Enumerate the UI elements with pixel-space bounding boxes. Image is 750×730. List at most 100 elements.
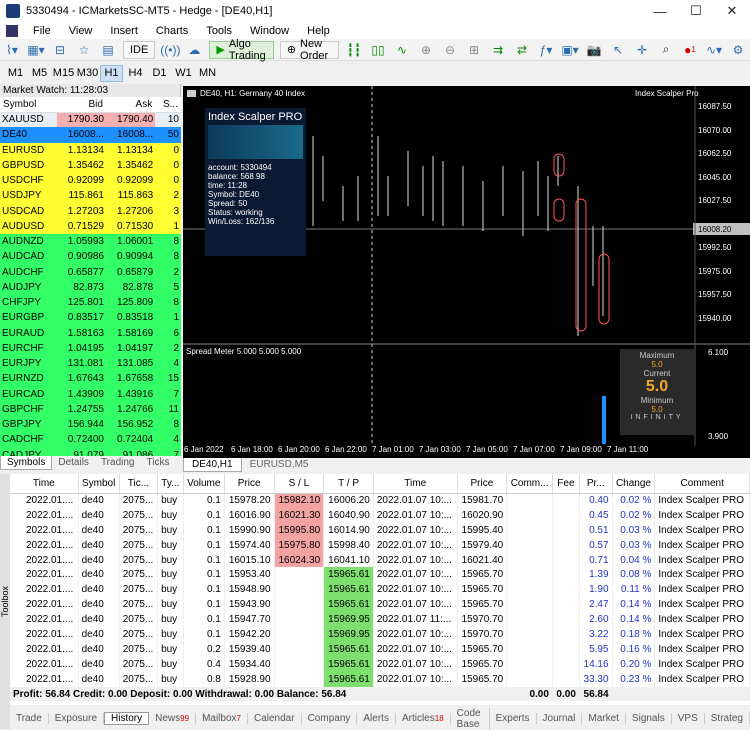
zoom-out-icon[interactable]: ⊖ (440, 41, 460, 59)
mw-row[interactable]: EURCAD 1.43909 1.43916 7 (0, 386, 181, 402)
tf-h1[interactable]: H1 (100, 64, 123, 82)
crosshair-icon[interactable]: ✛ (632, 41, 652, 59)
bottom-link-signals[interactable]: Signals (626, 713, 672, 724)
toolbox-tab-news[interactable]: News99 (149, 713, 197, 724)
mw-tab-ticks[interactable]: Ticks (140, 456, 175, 470)
menu-view[interactable]: View (60, 25, 102, 37)
mw-row[interactable]: AUDCHF 0.65877 0.65879 2 (0, 264, 181, 280)
mw-row[interactable]: DE40 16008... 16008... 50 (0, 127, 181, 143)
bottom-link-vps[interactable]: VPS (672, 713, 705, 724)
history-header[interactable]: Comm... (506, 474, 553, 494)
history-row[interactable]: 2022.01.... de40 2075... buy 0.1 15947.70 1596… (10, 612, 750, 628)
history-header[interactable]: Ty... (157, 474, 184, 494)
history-row[interactable]: 2022.01.... de40 2075... buy 0.1 15974.40 1597… (10, 537, 750, 553)
mw-row[interactable]: CADCHF 0.72400 0.72404 4 (0, 432, 181, 448)
mw-row[interactable]: GBPCHF 1.24755 1.24766 11 (0, 401, 181, 417)
mw-row[interactable]: GBPJPY 156.944 156.952 8 (0, 417, 181, 433)
history-row[interactable]: 2022.01.... de40 2075... buy 0.1 15978.20 1598… (10, 493, 750, 508)
search-icon[interactable]: ⌕ (656, 41, 676, 59)
mw-header[interactable]: Bid (56, 97, 106, 113)
zoom-in-icon[interactable]: ⊕ (416, 41, 436, 59)
pulse-icon[interactable]: ∿▾ (704, 41, 724, 59)
toolbox-tab-calendar[interactable]: Calendar (248, 713, 302, 724)
history-header[interactable]: T / P (323, 474, 374, 494)
mw-tab-symbols[interactable]: Symbols (0, 456, 53, 470)
maximize-button[interactable]: ☐ (678, 3, 714, 19)
history-header[interactable]: Comment (654, 474, 750, 494)
market-watch-icon[interactable]: ⊟ (50, 41, 70, 59)
templates-icon[interactable]: ▣▾ (560, 41, 580, 59)
settings-icon[interactable]: ⚙ (728, 41, 748, 59)
menu-charts[interactable]: Charts (147, 25, 197, 37)
history-row[interactable]: 2022.01.... de40 2075... buy 0.4 15934.40 1596… (10, 656, 750, 672)
history-row[interactable]: 2022.01.... de40 2075... buy 0.1 15943.90 1596… (10, 597, 750, 613)
mw-row[interactable]: USDCHF 0.92099 0.92099 0 (0, 173, 181, 189)
menu-insert[interactable]: Insert (101, 25, 147, 37)
menu-window[interactable]: Window (241, 25, 298, 37)
mw-row[interactable]: AUDUSD 0.71529 0.71530 1 (0, 218, 181, 234)
chart-tab[interactable]: EURUSD,M5 (242, 458, 317, 472)
tile-icon[interactable]: ⊞ (464, 41, 484, 59)
screenshot-icon[interactable]: 📷 (584, 41, 604, 59)
signals-icon[interactable]: ((•)) (160, 41, 180, 59)
history-header[interactable]: Pr... (579, 474, 613, 494)
history-row[interactable]: 2022.01.... de40 2075... buy 0.1 15942.20 1596… (10, 627, 750, 642)
mw-tab-details[interactable]: Details (52, 456, 95, 470)
mw-row[interactable]: XAUUSD 1790.30 1790.40 10 (0, 112, 181, 128)
toolbox-tab-trade[interactable]: Trade (10, 713, 49, 724)
line-chart-icon[interactable]: ∿ (392, 41, 412, 59)
tf-mn[interactable]: MN (196, 65, 219, 82)
mw-row[interactable]: USDCAD 1.27203 1.27206 3 (0, 203, 181, 219)
candle-chart-icon[interactable]: ▯▯ (368, 41, 388, 59)
tf-m5[interactable]: M5 (28, 65, 51, 82)
mw-row[interactable]: GBPUSD 1.35462 1.35462 0 (0, 157, 181, 173)
tf-d1[interactable]: D1 (148, 65, 171, 82)
toolbox-tab-articles[interactable]: Articles18 (396, 713, 451, 724)
scroll-icon[interactable]: ⇉ (488, 41, 508, 59)
toolbox-tab-mailbox[interactable]: Mailbox7 (196, 713, 248, 724)
history-row[interactable]: 2022.01.... de40 2075... buy 0.1 16016.90 1602… (10, 507, 750, 523)
tf-w1[interactable]: W1 (172, 65, 195, 82)
bottom-link-strateg[interactable]: Strateg (705, 713, 750, 724)
history-header[interactable]: Change (612, 474, 656, 494)
bar-chart-icon[interactable]: ┇┇ (344, 41, 364, 59)
history-header[interactable]: S / L (274, 474, 325, 494)
mw-header[interactable]: Ask (105, 97, 156, 113)
history-header[interactable]: Symbol (78, 474, 120, 494)
minimize-button[interactable]: — (642, 4, 678, 19)
history-header[interactable]: Fee (552, 474, 580, 494)
menu-tools[interactable]: Tools (197, 25, 241, 37)
algo-trading-button[interactable]: ▶ Algo Trading (209, 38, 274, 62)
toolbox-tab-company[interactable]: Company (302, 713, 358, 724)
menu-help[interactable]: Help (298, 25, 339, 37)
mw-row[interactable]: AUDJPY 82.873 82.878 5 (0, 279, 181, 295)
mw-row[interactable]: EURAUD 1.58163 1.58169 6 (0, 325, 181, 341)
mw-row[interactable]: CHFJPY 125.801 125.809 8 (0, 295, 181, 311)
toolbox-tab-history[interactable]: History (104, 712, 150, 725)
history-header[interactable]: Time (10, 474, 79, 494)
tf-m1[interactable]: M1 (4, 65, 27, 82)
toolbox-tab-code-base[interactable]: Code Base (451, 707, 490, 730)
bottom-link-market[interactable]: Market (582, 713, 626, 724)
history-row[interactable]: 2022.01.... de40 2075... buy 0.8 15928.90 1596… (10, 671, 750, 687)
mw-row[interactable]: AUDCAD 0.90986 0.90994 8 (0, 249, 181, 265)
shift-icon[interactable]: ⇄ (512, 41, 532, 59)
toolbox-tab-journal[interactable]: Journal (537, 713, 583, 724)
history-row[interactable]: 2022.01.... de40 2075... buy 0.1 16015.10 1602… (10, 552, 750, 568)
history-header[interactable]: Tic... (119, 474, 159, 494)
close-button[interactable]: ✕ (714, 3, 750, 19)
history-header[interactable]: Time (373, 474, 458, 494)
cloud-icon[interactable]: ☁ (184, 41, 204, 59)
tf-m15[interactable]: M15 (52, 65, 75, 82)
mw-row[interactable]: EURCHF 1.04195 1.04197 2 (0, 340, 181, 356)
history-row[interactable]: 2022.01.... de40 2075... buy 0.2 15939.40 1596… (10, 641, 750, 657)
new-order-button[interactable]: ⊕ New Order (279, 38, 339, 62)
history-header[interactable]: Price (224, 474, 275, 494)
mw-header[interactable]: S... (155, 97, 181, 113)
toolbox-tab-alerts[interactable]: Alerts (357, 713, 396, 724)
mw-row[interactable]: EURNZD 1.67643 1.67658 15 (0, 371, 181, 387)
history-header[interactable]: Volume (183, 474, 225, 494)
data-window-icon[interactable]: ▤ (98, 41, 118, 59)
new-chart-icon[interactable]: ⌇▾ (2, 41, 22, 59)
alerts-icon[interactable]: ● 1 (680, 41, 700, 59)
